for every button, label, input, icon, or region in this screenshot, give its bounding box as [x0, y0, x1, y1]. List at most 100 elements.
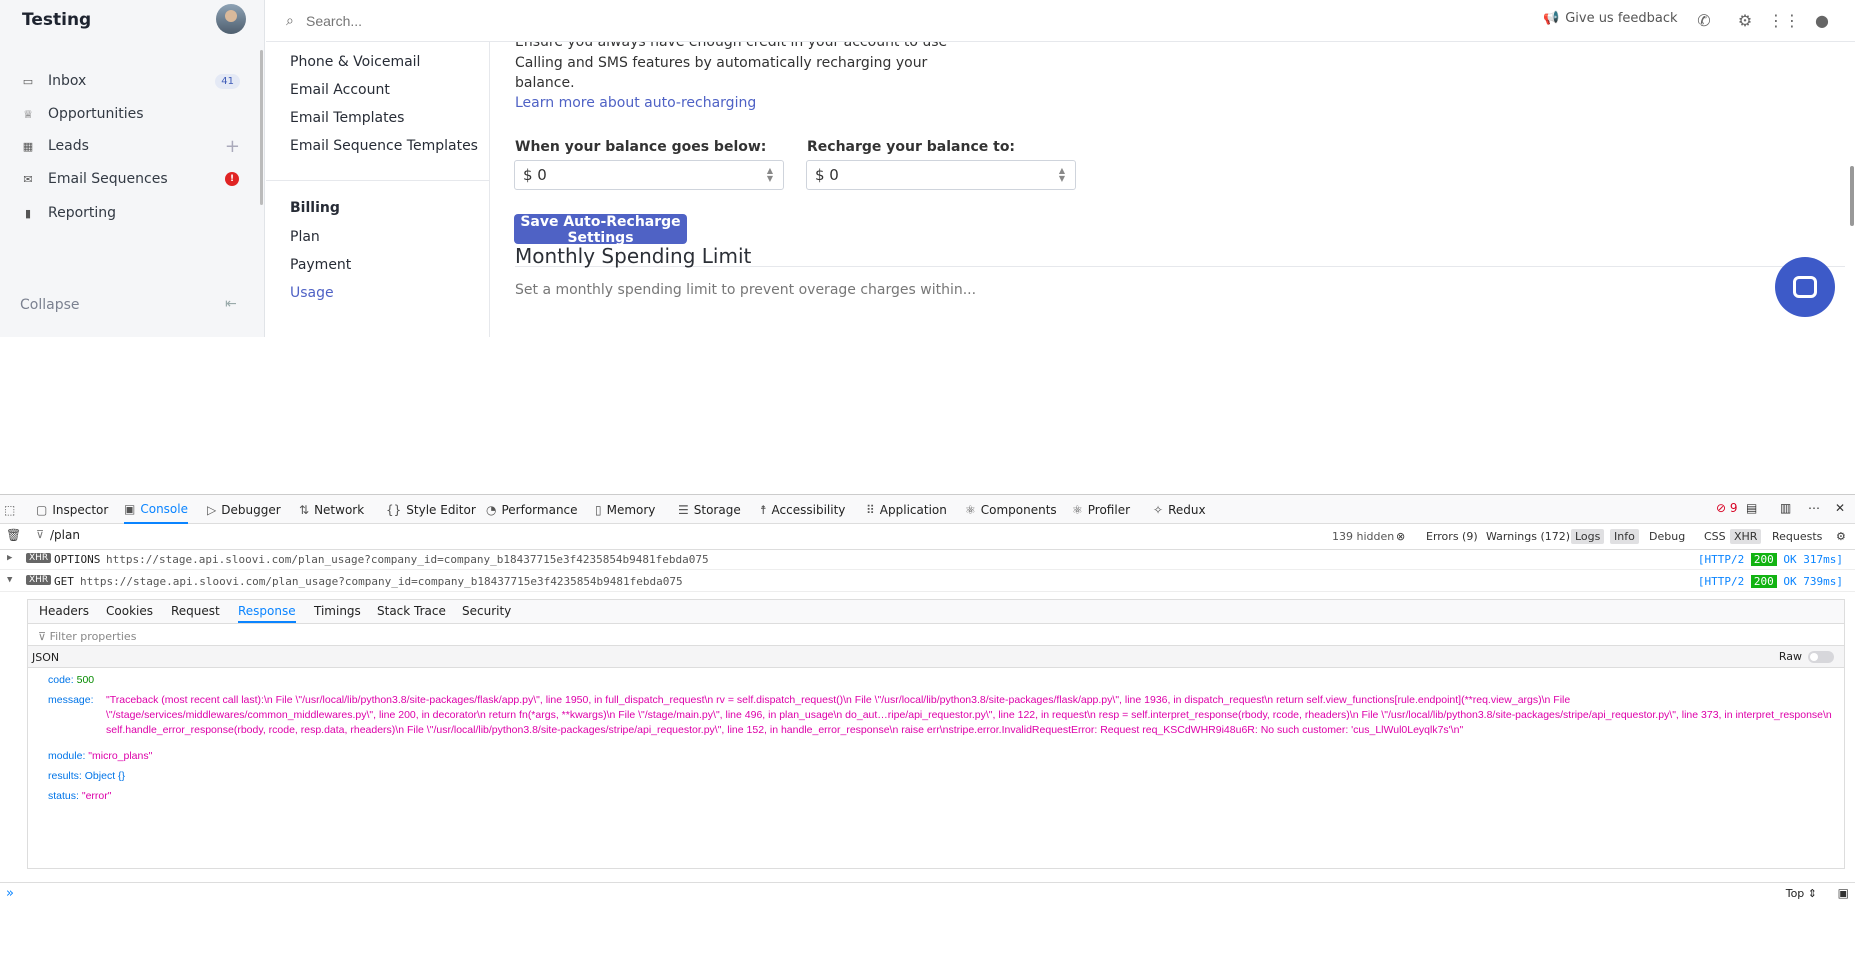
nav-plan[interactable]: Plan — [290, 229, 320, 245]
nav-email-sequence-templates[interactable]: Email Sequence Templates — [290, 138, 478, 154]
sidebar-item-leads[interactable]: ▦ Leads + — [18, 134, 248, 158]
stepper-icon[interactable]: ▲ ▼ — [767, 167, 773, 183]
filter-logs[interactable]: Logs — [1571, 529, 1605, 544]
nav-email-templates[interactable]: Email Templates — [290, 110, 404, 126]
filter-xhr[interactable]: XHR — [1730, 529, 1762, 544]
context-selector[interactable]: Top ⇕ — [1786, 887, 1817, 900]
redux-icon: ✧ — [1153, 502, 1164, 517]
save-auto-recharge-button[interactable]: Save Auto-Recharge Settings — [514, 214, 687, 246]
tab-request[interactable]: Request — [171, 604, 220, 618]
tab-label: Memory — [606, 502, 656, 517]
tab-application[interactable]: ⠿ Application — [866, 495, 947, 524]
error-count-badge[interactable]: ⊘ 9 — [1716, 501, 1738, 515]
tab-headers[interactable]: Headers — [39, 604, 89, 618]
details-tabs: Headers Cookies Request Response Timings… — [28, 600, 1844, 624]
request-url[interactable]: https://stage.api.sloovi.com/plan_usage?… — [80, 575, 683, 588]
filter-info[interactable]: Info — [1610, 529, 1639, 544]
tab-label: Accessibility — [771, 502, 846, 517]
prompt-icon: » — [6, 886, 14, 901]
filter-requests[interactable]: Requests — [1768, 529, 1826, 544]
collapse-icon[interactable]: ⇤ — [225, 296, 237, 312]
filter-errors[interactable]: Errors (9) — [1422, 529, 1482, 544]
trophy-icon: ♕ — [23, 107, 33, 121]
request-status: [HTTP/2 200 OK 317ms] — [1698, 553, 1843, 566]
collapse-button[interactable]: Collapse — [20, 297, 80, 313]
filter-debug[interactable]: Debug — [1645, 529, 1689, 544]
console-filter-input[interactable]: /plan — [50, 528, 80, 542]
sidebar-item-email-sequences[interactable]: ✉ Email Sequences ! — [18, 167, 248, 191]
tab-security[interactable]: Security — [462, 604, 511, 618]
filter-properties-input[interactable]: ⊽ Filter properties — [28, 624, 1844, 646]
content-scrollbar[interactable] — [1850, 166, 1854, 226]
tab-network[interactable]: ⇅ Network — [299, 495, 364, 524]
tab-accessibility[interactable]: ☨ Accessibility — [760, 495, 845, 524]
close-icon[interactable]: ✕ — [1835, 501, 1845, 515]
trash-icon[interactable]: 🗑 — [6, 528, 21, 542]
nav-phone-voicemail[interactable]: Phone & Voicemail — [290, 54, 420, 70]
devtools-toolbar: ⬚ ▢ Inspector ▣ Console ▷ Debugger ⇅ Network… — [0, 495, 1855, 524]
gear-icon[interactable]: ⚙ — [1734, 9, 1756, 31]
workspace-name[interactable]: Testing — [22, 10, 91, 30]
tab-timings[interactable]: Timings — [314, 604, 361, 618]
json-value: "error" — [81, 790, 112, 802]
recharge-label: Recharge your balance to: — [807, 139, 1016, 155]
element-picker-icon[interactable]: ⬚ — [4, 495, 15, 524]
sidebar-item-inbox[interactable]: ▭ Inbox 41 — [18, 69, 248, 93]
dock-icon[interactable]: ▥ — [1780, 501, 1791, 515]
tab-memory[interactable]: ▯ Memory — [595, 495, 655, 524]
megaphone-icon: 📢 — [1543, 11, 1560, 26]
raw-toggle[interactable]: Raw — [1779, 650, 1834, 663]
recharge-amount-input[interactable]: $ 0 ▲ ▼ — [806, 160, 1076, 190]
split-console-icon[interactable]: ▤ — [1746, 501, 1757, 515]
filter-css[interactable]: CSS — [1700, 529, 1730, 544]
user-icon[interactable]: ● — [1811, 9, 1833, 31]
tab-profiler[interactable]: ⚛ Profiler — [1072, 495, 1130, 524]
expand-arrow-icon[interactable]: ▶ — [7, 553, 12, 563]
editor-mode-icon[interactable]: ▣ — [1838, 886, 1849, 900]
chat-launcher-button[interactable] — [1775, 257, 1835, 317]
tab-inspector[interactable]: ▢ Inspector — [36, 495, 108, 524]
sidebar-item-opportunities[interactable]: ♕ Opportunities — [18, 102, 248, 126]
tab-console[interactable]: ▣ Console — [124, 495, 188, 524]
tab-redux[interactable]: ✧ Redux — [1153, 495, 1206, 524]
tab-cookies[interactable]: Cookies — [106, 604, 153, 618]
stepper-icon[interactable]: ▲ ▼ — [1059, 167, 1065, 183]
request-row[interactable]: ▶ XHR OPTIONS https://stage.api.sloovi.c… — [0, 550, 1855, 570]
json-label: JSON — [32, 651, 60, 664]
toggle-switch[interactable] — [1808, 651, 1834, 663]
below-amount-input[interactable]: $ 0 ▲ ▼ — [514, 160, 784, 190]
sidebar-scrollbar[interactable] — [260, 50, 263, 205]
inspector-icon: ▢ — [36, 502, 48, 517]
tab-stack-trace[interactable]: Stack Trace — [377, 604, 446, 618]
nav-email-account[interactable]: Email Account — [290, 82, 390, 98]
learn-more-link[interactable]: Learn more about auto-recharging — [515, 95, 756, 111]
search-input[interactable] — [306, 9, 706, 33]
request-url[interactable]: https://stage.api.sloovi.com/plan_usage?… — [106, 553, 709, 566]
clear-filter-icon[interactable]: ⊗ — [1392, 529, 1409, 544]
collapse-arrow-icon[interactable]: ▼ — [7, 575, 12, 585]
debugger-icon: ▷ — [207, 502, 217, 517]
phone-icon[interactable]: ✆ — [1693, 9, 1715, 31]
tab-style-editor[interactable]: {} Style Editor — [386, 495, 476, 524]
tab-performance[interactable]: ◔ Performance — [486, 495, 578, 524]
tab-response[interactable]: Response — [238, 604, 296, 623]
more-options-icon[interactable]: ⋯ — [1808, 501, 1820, 515]
console-settings-icon[interactable]: ⚙ — [1832, 529, 1850, 544]
apps-grid-icon[interactable]: ⋮⋮ — [1768, 9, 1800, 31]
add-lead-icon[interactable]: + — [225, 136, 240, 157]
avatar[interactable] — [216, 4, 246, 34]
json-row-results[interactable]: results: Object {} — [48, 769, 125, 784]
sidebar-item-reporting[interactable]: ▮ Reporting — [18, 201, 248, 225]
tab-label: Performance — [501, 502, 578, 517]
filter-warnings[interactable]: Warnings (172) — [1482, 529, 1574, 544]
tab-components[interactable]: ⚛ Components — [965, 495, 1057, 524]
nav-payment[interactable]: Payment — [290, 257, 351, 273]
error-count: 9 — [1729, 501, 1738, 515]
nav-usage[interactable]: Usage — [290, 285, 334, 301]
console-input[interactable]: » Top ⇕ ▣ — [0, 882, 1855, 904]
tab-debugger[interactable]: ▷ Debugger — [207, 495, 281, 524]
feedback-button[interactable]: 📢 Give us feedback — [1543, 11, 1678, 26]
request-row[interactable]: ▼ XHR GET https://stage.api.sloovi.com/p… — [0, 572, 1855, 592]
tab-storage[interactable]: ☰ Storage — [678, 495, 741, 524]
react-icon: ⚛ — [965, 502, 976, 517]
